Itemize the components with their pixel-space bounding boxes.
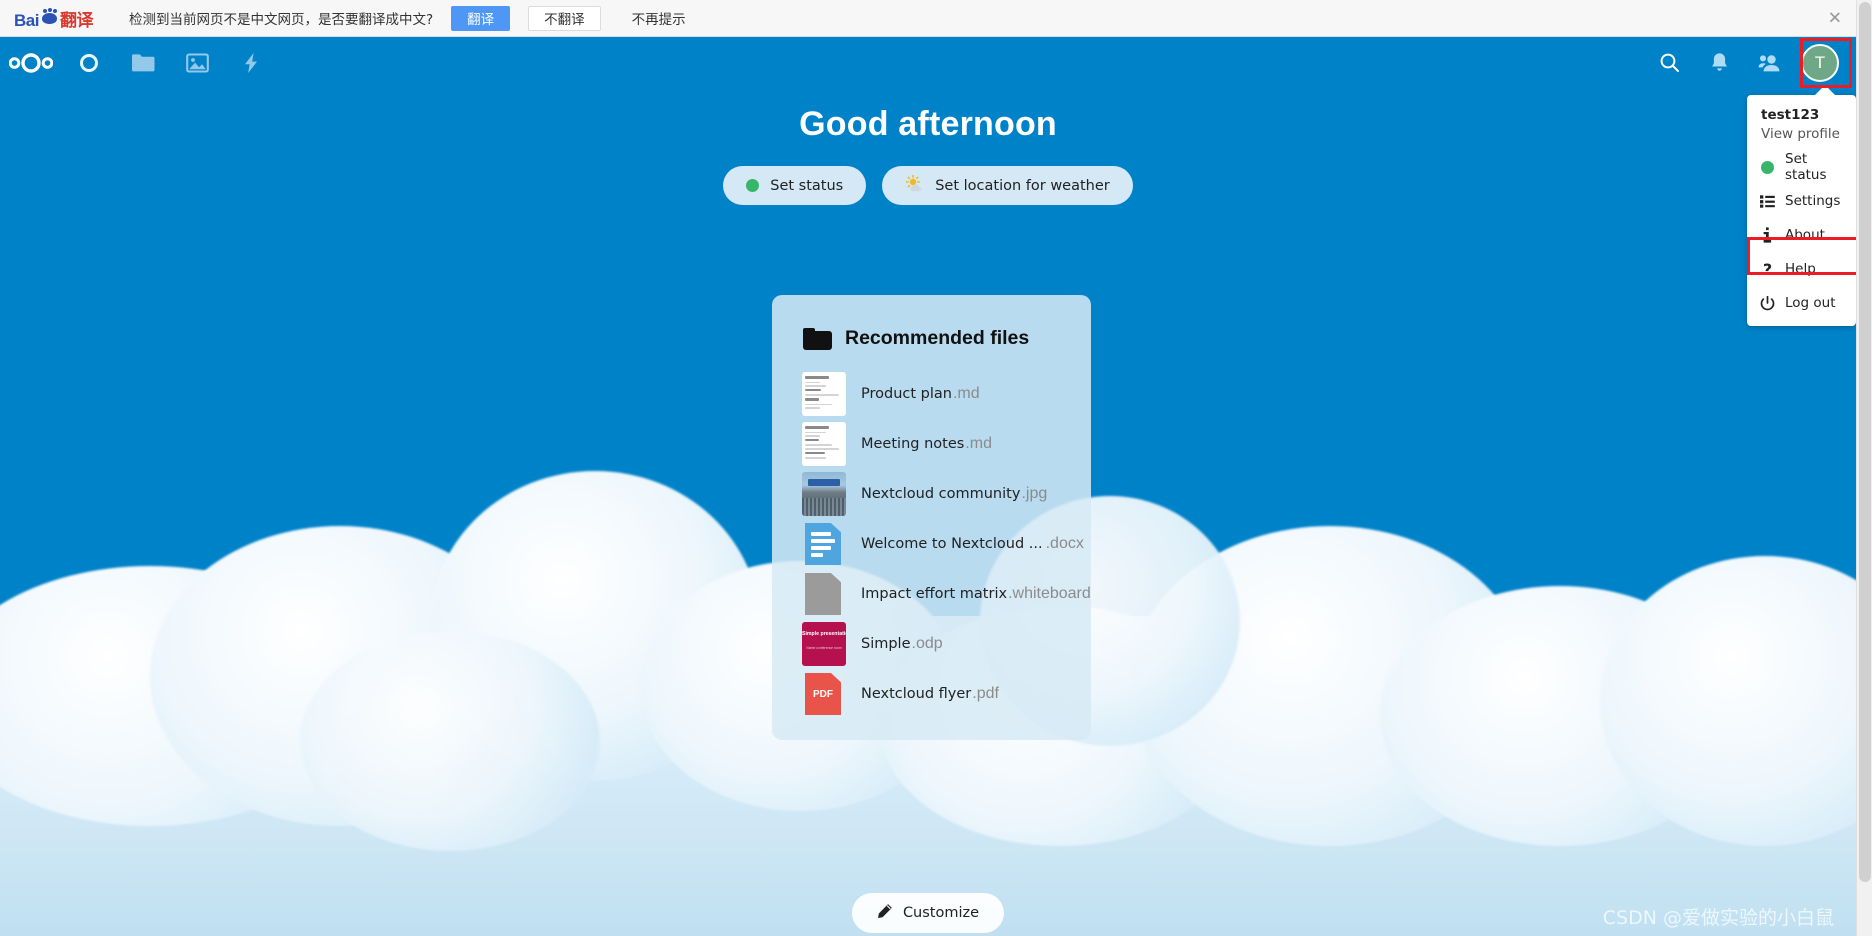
folder-icon: [803, 327, 832, 350]
photo-thumb: [802, 472, 846, 516]
power-icon: [1759, 295, 1776, 311]
user-menu-item-label: Log out: [1785, 295, 1836, 311]
widget-title: Recommended files: [845, 327, 1030, 349]
nextcloud-app-viewport: T test123 View profile Set status Settin…: [0, 37, 1856, 936]
file-extension: .whiteboard: [1008, 585, 1091, 602]
recommended-files-widget: Recommended files Product plan .md Meeti: [772, 295, 1091, 740]
user-menu-item-logout[interactable]: Log out: [1747, 286, 1856, 320]
whiteboard-thumb: [802, 572, 846, 616]
status-dot-icon: [746, 179, 760, 192]
baidu-logo: Bai 翻译: [14, 6, 93, 31]
avatar: T: [1801, 43, 1839, 82]
odp-thumb: Simple presentation Name conference room: [802, 622, 846, 666]
recommended-files-header: Recommended files: [772, 295, 1091, 350]
settings-list-icon: [1759, 194, 1776, 208]
file-extension: .pdf: [972, 685, 999, 702]
file-extension: .docx: [1045, 535, 1084, 552]
pencil-icon: [877, 903, 893, 923]
baidu-translate-bar: Bai 翻译 检测到当前网页不是中文网页，是否要翻译成中文? 翻译 不翻译 不再…: [0, 0, 1864, 37]
translate-prompt-text: 检测到当前网页不是中文网页，是否要翻译成中文?: [128, 12, 434, 28]
markdown-doc-thumb: [802, 372, 846, 416]
csdn-watermark: CSDN @爱做实验的小白鼠: [1602, 907, 1834, 929]
list-item[interactable]: PDF Nextcloud flyer .pdf: [772, 669, 1091, 719]
user-menu-item-label: Set status: [1785, 151, 1827, 183]
user-menu-username: test123: [1761, 107, 1820, 123]
contacts-icon[interactable]: [1744, 37, 1794, 88]
file-name: Nextcloud community: [861, 486, 1021, 502]
set-status-button[interactable]: Set status: [723, 166, 867, 205]
odp-thumb-title: Simple presentation: [802, 631, 846, 637]
page-title: Good afternoon: [799, 105, 1057, 143]
greeting-section: Good afternoon Set status Set location f…: [0, 105, 1856, 205]
pdf-thumb: PDF: [802, 672, 846, 716]
dashboard-app-icon[interactable]: [62, 37, 116, 88]
user-avatar-button[interactable]: T: [1794, 37, 1846, 88]
user-menu-item-settings[interactable]: Settings: [1747, 184, 1856, 218]
file-name: Welcome to Nextcloud ...: [861, 536, 1043, 552]
user-menu-caret-icon: [1814, 85, 1836, 96]
list-item[interactable]: Meeting notes .md: [772, 419, 1091, 469]
status-dot-icon: [1759, 160, 1776, 174]
set-weather-label: Set location for weather: [935, 177, 1110, 194]
user-menu-item-label: About: [1785, 227, 1825, 243]
notifications-bell-icon[interactable]: [1694, 37, 1744, 88]
file-name: Meeting notes: [861, 436, 965, 452]
app-navigation-right: T: [1644, 37, 1856, 88]
set-weather-location-button[interactable]: Set location for weather: [882, 166, 1133, 205]
top-navigation-bar: T: [0, 37, 1856, 88]
baidu-paw-icon: [40, 8, 59, 26]
file-extension: .jpg: [1021, 485, 1048, 502]
list-item[interactable]: Welcome to Nextcloud ... .docx: [772, 519, 1091, 569]
list-item[interactable]: Simple presentation Name conference room…: [772, 619, 1091, 669]
app-navigation-left: [0, 37, 278, 88]
set-status-label: Set status: [770, 177, 844, 194]
customize-button[interactable]: Customize: [851, 893, 1005, 933]
close-icon[interactable]: ✕: [1828, 10, 1842, 27]
user-menu-view-profile[interactable]: View profile: [1747, 124, 1856, 150]
list-item[interactable]: Impact effort matrix .whiteboard: [772, 569, 1091, 619]
photos-app-icon[interactable]: [170, 37, 224, 88]
scrollbar-thumb[interactable]: [1859, 2, 1871, 882]
question-icon: ?: [1762, 259, 1773, 279]
recommended-files-list: Product plan .md Meeting notes .md Nextc…: [772, 350, 1091, 719]
user-menu-item-set-status[interactable]: Set status: [1747, 150, 1856, 184]
user-menu-dropdown: test123 View profile Set status Settings: [1747, 95, 1856, 326]
nextcloud-logo-icon[interactable]: [0, 37, 62, 88]
odp-thumb-subtitle: Name conference room: [806, 646, 842, 650]
dont-translate-button[interactable]: 不翻译: [528, 5, 601, 31]
user-menu-item-about[interactable]: About: [1747, 218, 1856, 252]
files-app-icon[interactable]: [116, 37, 170, 88]
file-extension: .md: [952, 385, 980, 402]
search-icon[interactable]: [1644, 37, 1694, 88]
weather-sun-icon: [905, 174, 924, 197]
user-menu-item-label: Help: [1785, 261, 1816, 277]
file-extension: .odp: [911, 635, 943, 652]
file-name: Impact effort matrix: [861, 586, 1008, 602]
cloud-puff: [300, 631, 600, 851]
baidu-logo-prefix: Bai: [14, 10, 39, 30]
file-extension: .md: [965, 435, 992, 452]
markdown-doc-thumb: [802, 422, 846, 466]
list-item[interactable]: Product plan .md: [772, 369, 1091, 419]
file-name: Product plan: [861, 386, 952, 402]
file-name: Simple: [861, 636, 911, 652]
translate-button[interactable]: 翻译: [451, 5, 511, 31]
baidu-logo-suffix: 翻译: [59, 10, 94, 30]
user-menu-item-label: Settings: [1785, 193, 1841, 209]
customize-label: Customize: [902, 905, 980, 921]
activity-app-icon[interactable]: [224, 37, 278, 88]
docx-thumb: [802, 522, 846, 566]
file-name: Nextcloud flyer: [861, 686, 972, 702]
info-icon: [1759, 227, 1776, 243]
greeting-actions: Set status Set location for weather: [0, 166, 1856, 205]
user-menu-item-help[interactable]: ? Help: [1747, 252, 1856, 286]
never-prompt-button[interactable]: 不再提示: [617, 6, 701, 31]
list-item[interactable]: Nextcloud community .jpg: [772, 469, 1091, 519]
page-scrollbar[interactable]: [1856, 0, 1872, 936]
